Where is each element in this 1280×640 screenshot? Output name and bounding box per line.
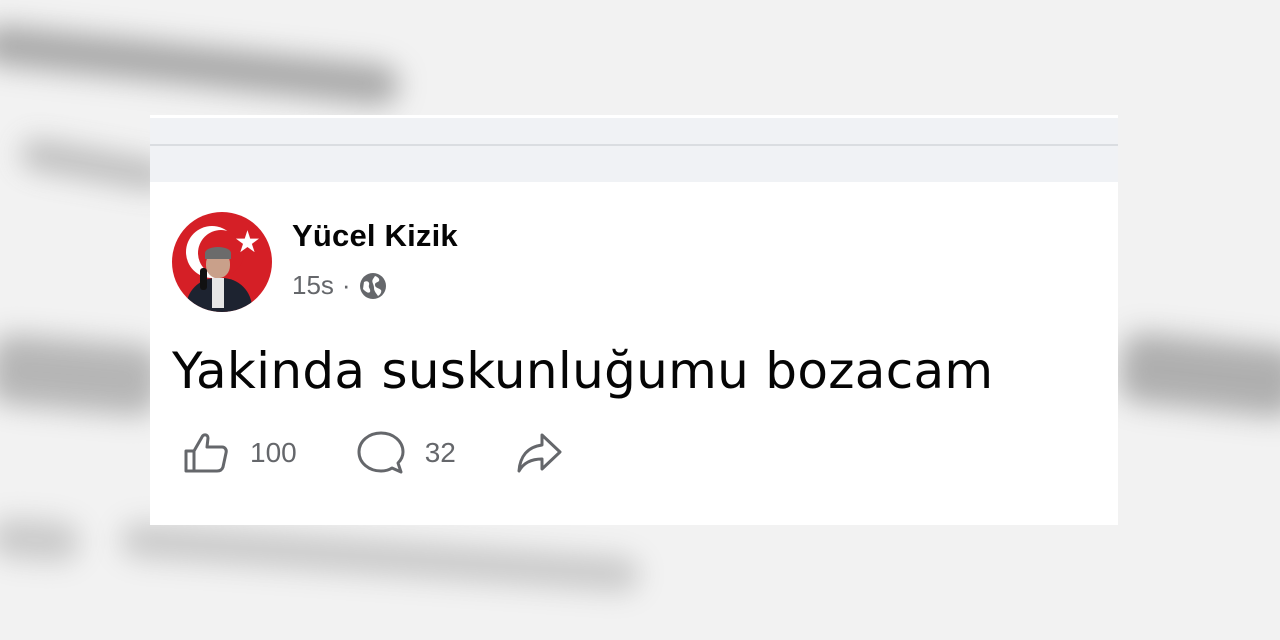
avatar-person-hair xyxy=(205,247,231,259)
background-blur-streak xyxy=(119,521,641,594)
author-avatar[interactable]: ★ xyxy=(172,212,272,312)
background-blur-streak xyxy=(0,23,401,107)
share-button[interactable] xyxy=(514,427,566,479)
post-actions: 100 32 xyxy=(180,427,566,479)
divider-line xyxy=(150,144,1118,146)
background-blur-streak xyxy=(18,137,172,193)
like-button[interactable]: 100 xyxy=(180,427,297,479)
like-count: 100 xyxy=(250,437,297,468)
share-icon xyxy=(517,433,562,473)
globe-icon[interactable] xyxy=(358,271,388,301)
post-text: Yakinda suskunluğumu bozacam xyxy=(172,342,994,400)
background-blur-streak xyxy=(1116,330,1280,420)
microphone-icon xyxy=(200,268,207,290)
comment-count: 32 xyxy=(424,437,456,468)
comment-button[interactable]: 32 xyxy=(355,427,456,479)
post-timestamp[interactable]: 15s xyxy=(292,270,334,301)
background-blur-streak xyxy=(0,516,82,564)
meta-separator: · xyxy=(341,270,351,300)
star-icon: ★ xyxy=(234,225,261,260)
comment-icon xyxy=(357,431,405,474)
feed-separator xyxy=(150,115,1118,182)
post-card: ★ Yücel Kizik 15s · Yakinda suskunluğumu… xyxy=(150,182,1118,525)
background-blur-streak xyxy=(0,332,163,418)
post-meta: 15s · xyxy=(292,270,388,301)
thumbs-up-icon xyxy=(184,433,228,473)
avatar-person-shirt xyxy=(212,278,224,308)
author-name[interactable]: Yücel Kizik xyxy=(292,218,458,254)
